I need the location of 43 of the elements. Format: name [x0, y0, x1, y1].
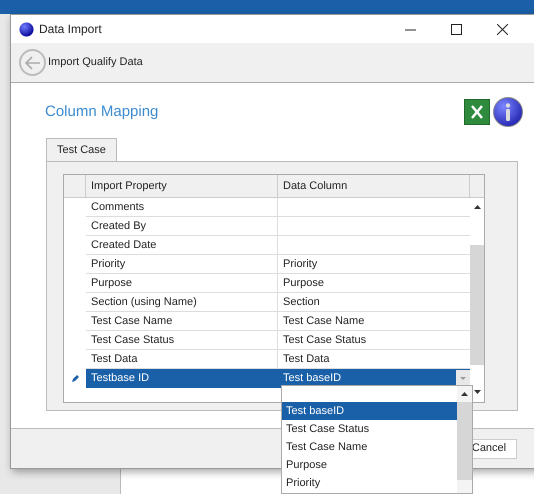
spreadsheet-icon[interactable]: [464, 99, 490, 125]
cell-text: Priority: [283, 256, 318, 272]
table-cell: Test Case Status: [86, 331, 278, 350]
cell-text: Purpose: [283, 276, 324, 291]
cell-text: Section: [283, 294, 320, 310]
table-cell: Priority: [86, 255, 278, 274]
dropdown-button[interactable]: [456, 370, 470, 386]
back-button[interactable]: [19, 49, 46, 76]
scroll-thumb[interactable]: [457, 402, 472, 480]
cell-text: Test Case Name: [283, 314, 364, 329]
info-icon[interactable]: [493, 97, 523, 127]
dropdown-option[interactable]: Test Case Status: [282, 420, 457, 438]
table-cell: Section (using Name): [86, 293, 278, 312]
cell-text: Test baseID: [283, 370, 342, 386]
toolbar-title: Import Qualify Data: [48, 55, 143, 70]
scroll-up-icon: [474, 205, 480, 209]
column-header[interactable]: Data Column: [278, 175, 470, 197]
section-heading: Column Mapping: [45, 102, 158, 122]
table-cell: Purpose: [86, 274, 278, 293]
table-cell: Created By: [86, 217, 278, 236]
table-cell: Created Date: [86, 236, 278, 255]
pencil-icon: [70, 374, 80, 383]
tab[interactable]: Test Case: [46, 138, 117, 162]
close-icon: [496, 24, 508, 34]
caret-icon: [460, 376, 466, 380]
dropdown-option[interactable]: Test Case Name: [282, 438, 457, 456]
window-title: Data Import: [39, 21, 102, 38]
back-arrow-icon: [24, 56, 40, 70]
dropdown-option[interactable]: Test baseID: [282, 402, 457, 420]
table-cell: Testbase ID: [86, 369, 278, 388]
cell-text: Test Case Status: [283, 332, 366, 348]
dropdown-scrollbar[interactable]: [457, 386, 472, 493]
app-logo-icon: [19, 22, 34, 36]
cell-text: Test Data: [283, 352, 330, 367]
dropdown-option[interactable]: Priority: [282, 474, 457, 492]
dropdown-option[interactable]: Purpose: [282, 456, 457, 474]
scroll-up-icon: [461, 392, 468, 396]
column-header[interactable]: Import Property: [86, 175, 278, 197]
scroll-thumb[interactable]: [470, 245, 484, 365]
table-cell: Test Case Name: [86, 312, 278, 331]
table-cell: Comments: [86, 198, 278, 217]
maximize-icon: [450, 24, 462, 34]
scroll-down-icon: [474, 390, 480, 394]
